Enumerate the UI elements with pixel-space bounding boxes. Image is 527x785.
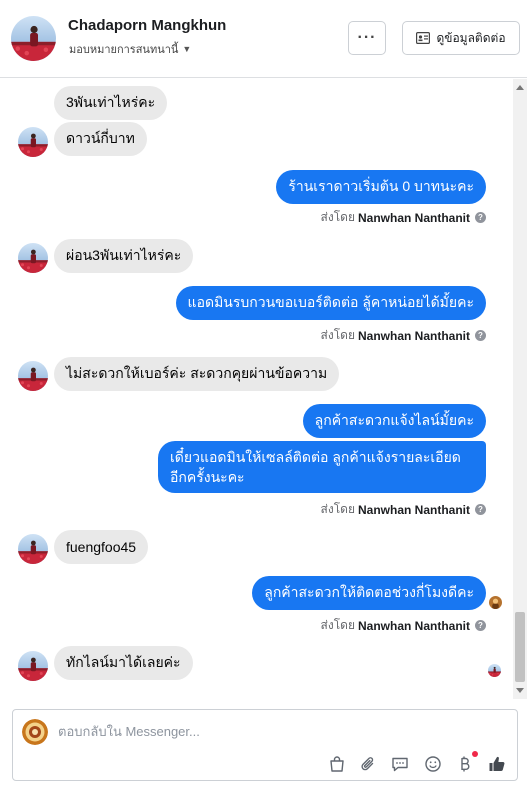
sent-by-prefix: ส่งโดย	[320, 618, 355, 632]
sent-by-label: ส่งโดย Nanwhan Nanthanit ?	[321, 616, 486, 635]
message-outgoing[interactable]: แอดมินรบกวนขอเบอร์ติดต่อ ลู้คาหน่อยได้มั…	[175, 286, 486, 320]
message-incoming[interactable]: 3พันเท่าไหร่คะ	[54, 86, 168, 120]
assign-conversation-dropdown[interactable]: มอบหมายการสนทนานี้ ▼	[69, 40, 191, 58]
contact-card-icon	[416, 32, 431, 44]
more-options-button[interactable]: ···	[348, 21, 386, 55]
message-incoming[interactable]: ผ่อน3พันเท่าไหร่คะ	[54, 239, 194, 273]
customer-avatar-small	[18, 534, 48, 564]
message-incoming[interactable]: ดาวน์กี่บาท	[54, 122, 147, 156]
sent-by-agent[interactable]: Nanwhan Nanthanit	[358, 329, 470, 343]
scroll-down-arrow-icon[interactable]	[516, 688, 524, 693]
conversation-header: Chadaporn Mangkhun มอบหมายการสนทนานี้ ▼ …	[0, 0, 527, 78]
view-contact-label: ดูข้อมูลติดต่อ	[436, 30, 506, 45]
help-icon[interactable]: ?	[475, 330, 486, 341]
sent-by-agent[interactable]: Nanwhan Nanthanit	[358, 619, 470, 633]
reply-composer	[12, 709, 518, 781]
smiley-icon[interactable]	[423, 754, 443, 774]
shop-bag-icon[interactable]	[327, 754, 347, 774]
page-avatar	[22, 719, 48, 745]
sent-by-label: ส่งโดย Nanwhan Nanthanit ?	[321, 208, 486, 227]
message-incoming[interactable]: ไม่สะดวกให้เบอร์ค่ะ สะดวกคุยผ่านข้อความ	[54, 357, 340, 391]
assign-conversation-label: มอบหมายการสนทนานี้	[69, 44, 179, 56]
sent-by-prefix: ส่งโดย	[320, 502, 355, 516]
reply-input[interactable]	[58, 724, 478, 739]
sent-by-label: ส่งโดย Nanwhan Nanthanit ?	[321, 500, 486, 519]
message-incoming[interactable]: ทักไลน์มาได้เลยค่ะ	[54, 646, 193, 680]
help-icon[interactable]: ?	[475, 212, 486, 223]
customer-avatar[interactable]	[11, 16, 56, 61]
message-outgoing[interactable]: ร้านเราดาวเริ่มต้น 0 บาทนะคะ	[276, 170, 486, 204]
message-outgoing[interactable]: ลูกค้าสะดวกให้ติดตอช่วงกี่โมงดีคะ	[252, 576, 486, 610]
view-contact-button[interactable]: ดูข้อมูลติดต่อ	[402, 21, 520, 55]
customer-avatar-small	[18, 243, 48, 273]
sent-by-prefix: ส่งโดย	[320, 328, 355, 342]
message-outgoing[interactable]: เดี๋ยวแอดมินให้เซลล์ติดต่อ ลูกค้าแจ้งราย…	[158, 441, 486, 493]
message-outgoing[interactable]: ลูกค้าสะดวกแจ้งไลน์มั้ยคะ	[302, 404, 486, 438]
sent-by-agent[interactable]: Nanwhan Nanthanit	[358, 211, 470, 225]
seen-by-avatar	[488, 664, 501, 677]
sent-by-agent[interactable]: Nanwhan Nanthanit	[358, 503, 470, 517]
help-icon[interactable]: ?	[475, 504, 486, 515]
sent-by-label: ส่งโดย Nanwhan Nanthanit ?	[321, 326, 486, 345]
help-icon[interactable]: ?	[475, 620, 486, 631]
caret-down-icon: ▼	[182, 44, 192, 54]
customer-avatar-small	[18, 651, 48, 681]
thread-scrollbar[interactable]	[513, 79, 527, 699]
customer-name[interactable]: Chadaporn Mangkhun	[68, 17, 226, 34]
seen-by-avatar	[489, 596, 502, 609]
paperclip-icon[interactable]	[358, 754, 378, 774]
scroll-up-arrow-icon[interactable]	[516, 85, 524, 90]
scrollbar-thumb[interactable]	[515, 612, 525, 682]
sent-by-prefix: ส่งโดย	[320, 210, 355, 224]
thumbs-up-icon[interactable]	[487, 754, 507, 774]
customer-avatar-small	[18, 361, 48, 391]
message-incoming[interactable]: fuengfoo45	[54, 530, 149, 564]
customer-avatar-small	[18, 127, 48, 157]
baht-icon[interactable]	[455, 751, 478, 774]
chat-bubble-icon[interactable]	[390, 754, 410, 774]
notification-dot	[472, 751, 478, 757]
